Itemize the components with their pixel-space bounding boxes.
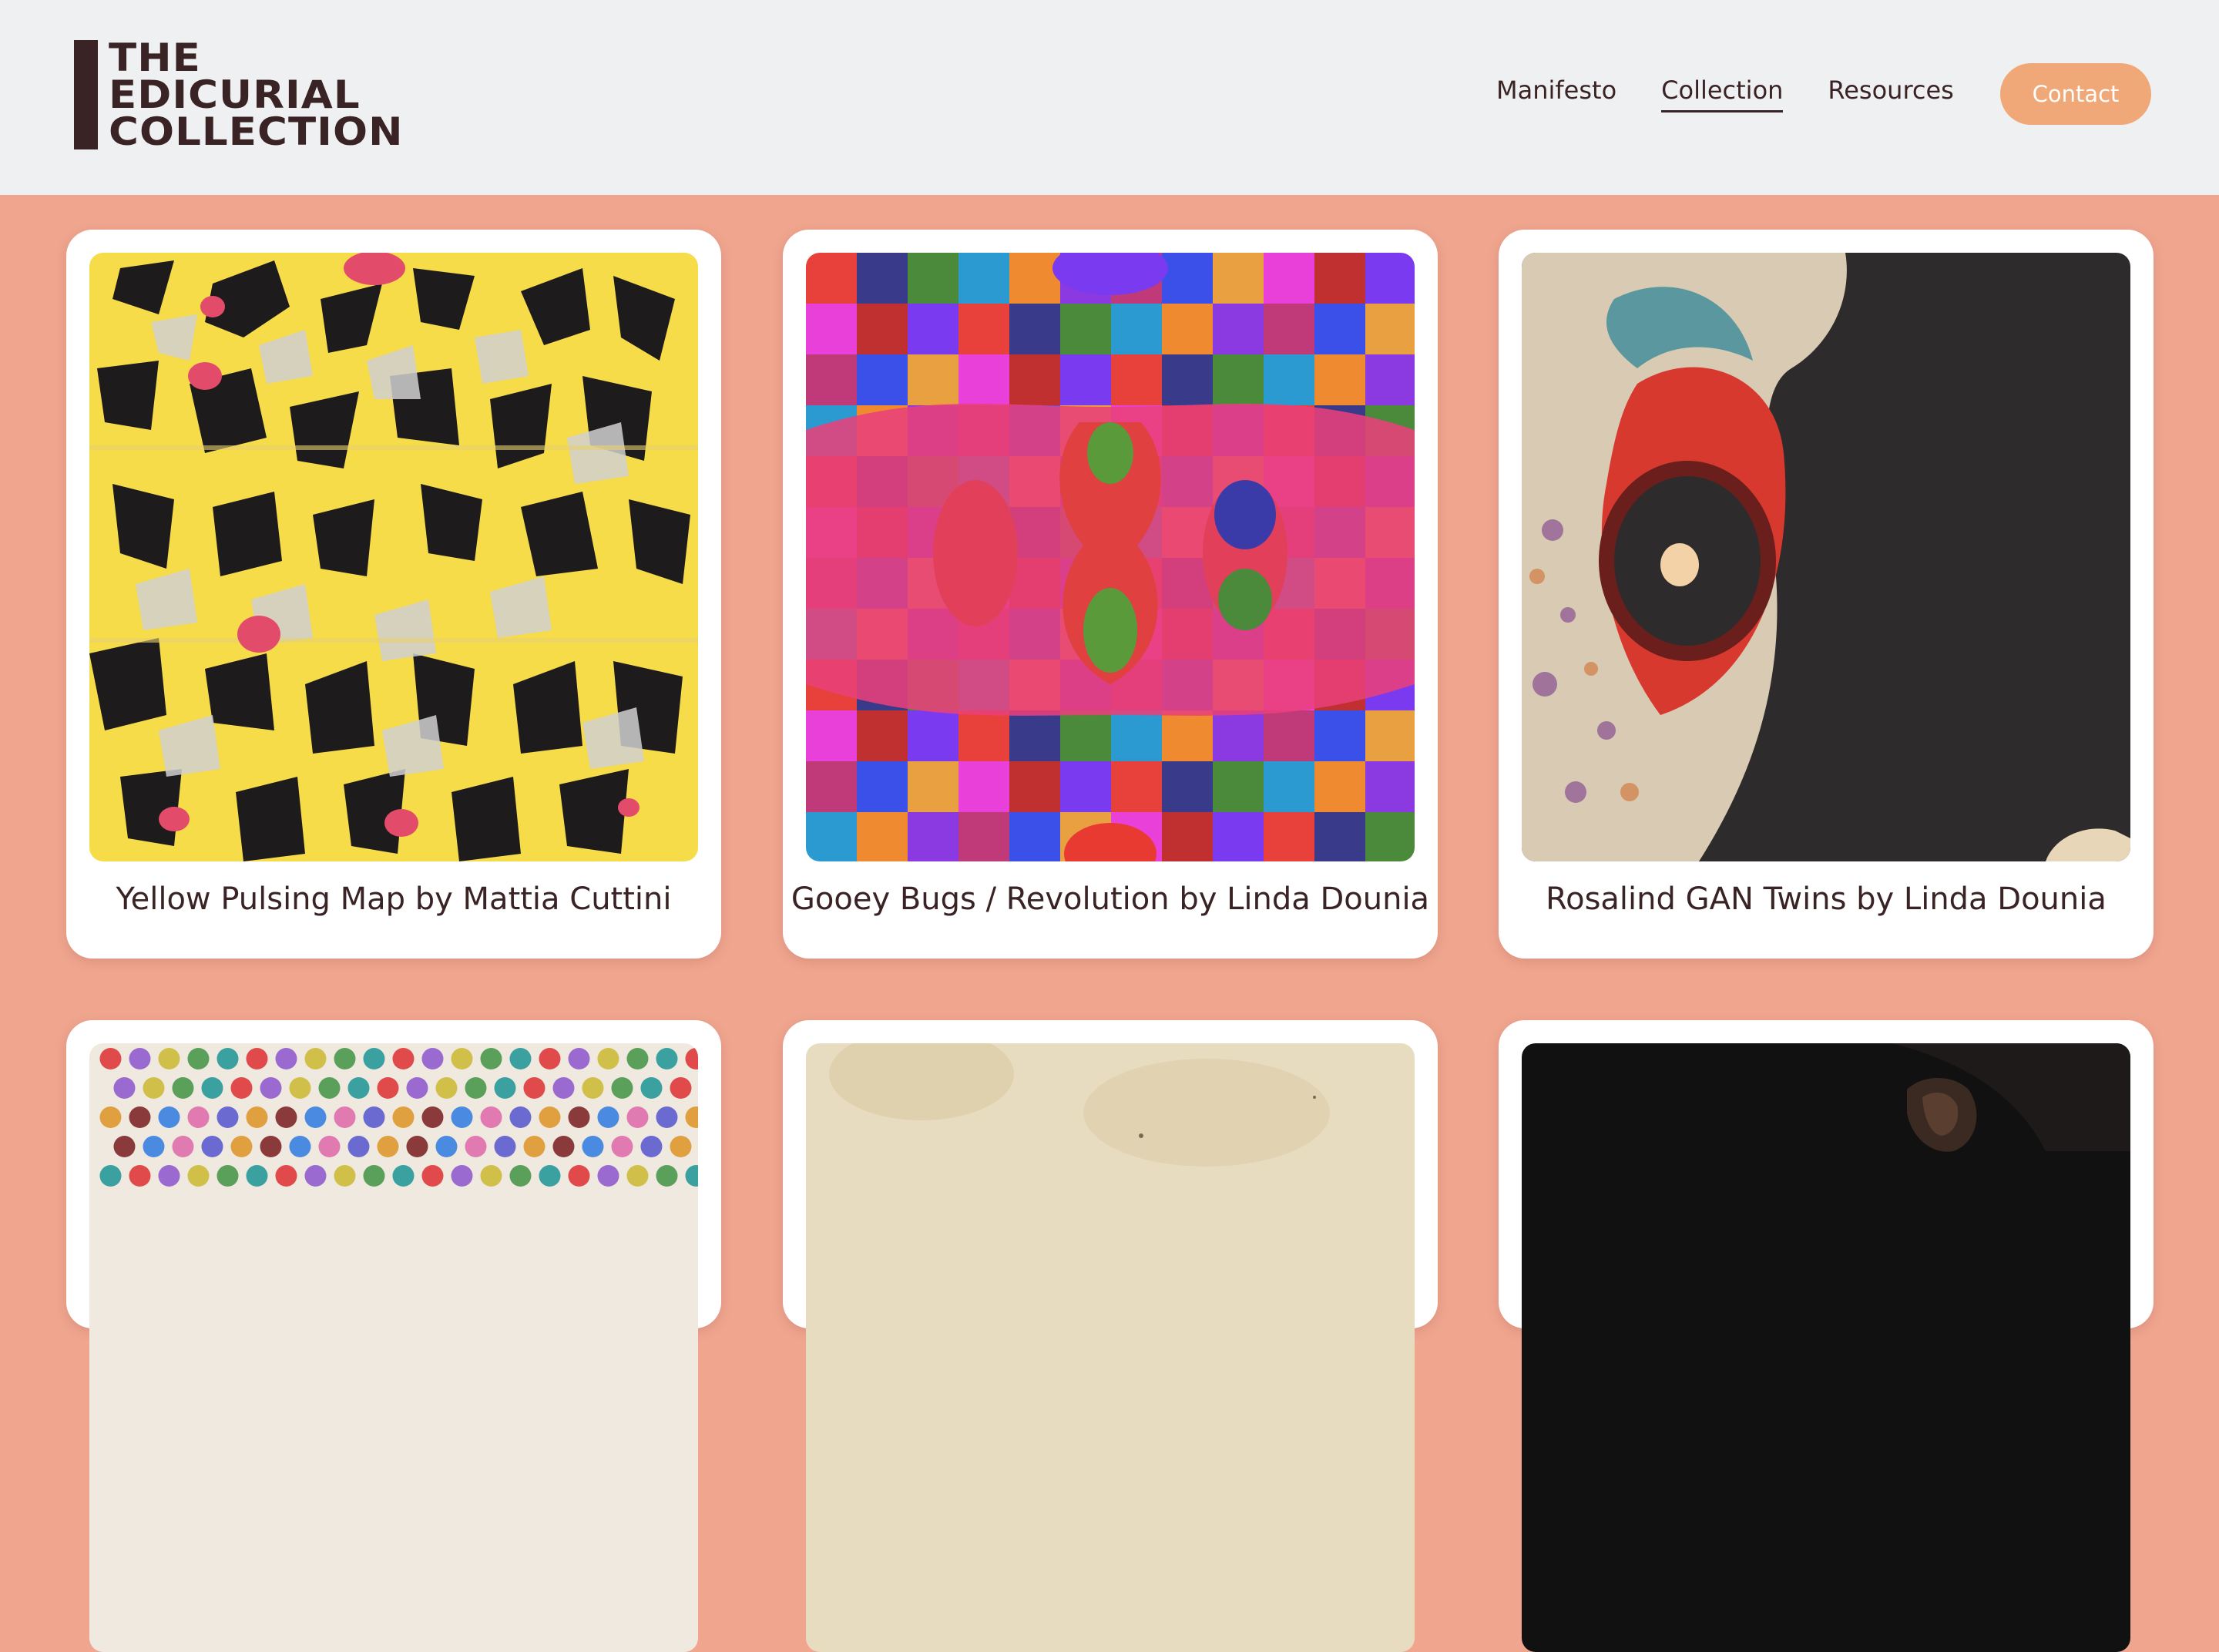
nav-link-collection[interactable]: Collection bbox=[1661, 76, 1784, 112]
artwork-image[interactable] bbox=[806, 253, 1415, 861]
artwork-parchment bbox=[806, 1043, 1415, 1652]
logo-line-3: COLLECTION bbox=[109, 109, 404, 154]
artwork-dots bbox=[89, 1043, 698, 1652]
artwork-card[interactable] bbox=[783, 1020, 1438, 1652]
artwork-rosalind-gan-twins bbox=[1522, 253, 2130, 861]
artwork-card[interactable] bbox=[1499, 1020, 2154, 1652]
artwork-image[interactable] bbox=[89, 253, 698, 861]
artwork-portrait bbox=[1522, 1043, 2130, 1652]
artwork-image[interactable] bbox=[89, 1043, 698, 1652]
main-nav: Manifesto Collection Resources bbox=[1496, 76, 1954, 112]
nav-link-resources[interactable]: Resources bbox=[1828, 76, 1953, 112]
artwork-caption: Rosalind GAN Twins by Linda Dounia bbox=[1546, 881, 2107, 917]
contact-button[interactable]: Contact bbox=[2000, 63, 2151, 125]
logo-line-1: THE bbox=[109, 35, 201, 80]
logo-line-2: EDICURIAL bbox=[109, 72, 361, 117]
site-logo[interactable]: THE EDICURIAL COLLECTION bbox=[74, 39, 402, 151]
logo-wordmark: THE EDICURIAL COLLECTION bbox=[109, 39, 402, 151]
artwork-card[interactable]: Yellow Pulsing Map by Mattia Cuttini bbox=[66, 230, 721, 959]
artwork-gooey-bugs-revolution bbox=[806, 253, 1415, 861]
logo-bar bbox=[74, 40, 98, 149]
artwork-yellow-pulsing-map bbox=[89, 253, 698, 861]
artwork-caption: Gooey Bugs / Revolution by Linda Dounia bbox=[791, 881, 1430, 917]
artwork-image[interactable] bbox=[1522, 253, 2130, 861]
artwork-card[interactable] bbox=[66, 1020, 721, 1652]
artwork-card[interactable]: Rosalind GAN Twins by Linda Dounia bbox=[1499, 230, 2154, 959]
artwork-card[interactable]: Gooey Bugs / Revolution by Linda Dounia bbox=[783, 230, 1438, 959]
artwork-image[interactable] bbox=[806, 1043, 1415, 1652]
artwork-caption: Yellow Pulsing Map by Mattia Cuttini bbox=[116, 881, 672, 917]
nav-link-manifesto[interactable]: Manifesto bbox=[1496, 76, 1616, 112]
site-header: THE EDICURIAL COLLECTION Manifesto Colle… bbox=[0, 0, 2219, 195]
artwork-image[interactable] bbox=[1522, 1043, 2130, 1652]
